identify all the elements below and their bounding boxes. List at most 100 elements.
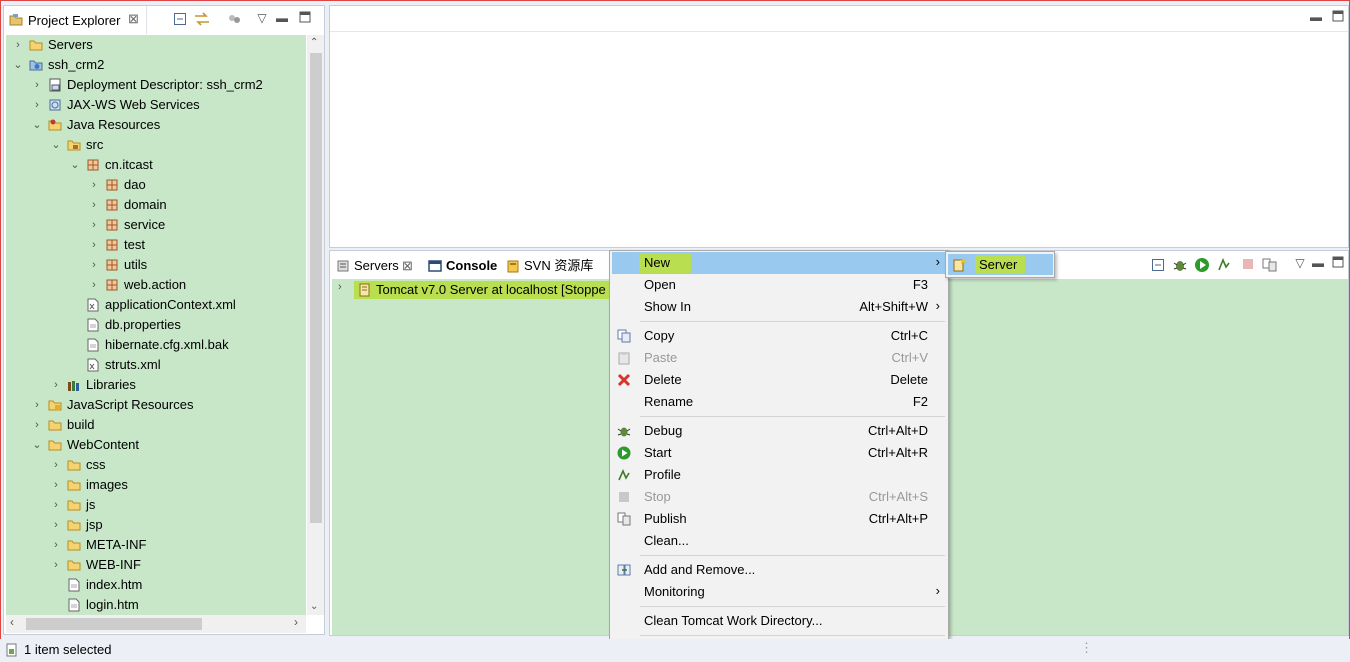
tab-console[interactable]: Console: [428, 256, 500, 276]
tree-item[interactable]: › js: [6, 495, 306, 515]
menu-item-show-in[interactable]: Show In Alt+Shift+W ›: [612, 296, 946, 318]
menu-item-clean[interactable]: Clean...: [612, 530, 946, 552]
view-menu-icon[interactable]: ▽: [254, 10, 270, 26]
tree-item[interactable]: ⌄ cn.itcast: [6, 155, 306, 175]
expand-icon[interactable]: ›: [50, 475, 62, 495]
view-menu-icon[interactable]: ▽: [1292, 255, 1308, 271]
collapse-icon[interactable]: ⌄: [50, 135, 62, 155]
tab-servers[interactable]: Servers ⊠: [336, 256, 422, 276]
tree-item[interactable]: › dao: [6, 175, 306, 195]
collapse-all-icon[interactable]: [1150, 258, 1166, 274]
menu-item-paste[interactable]: Paste Ctrl+V: [612, 347, 946, 369]
tree-item[interactable]: › JAX-WS Web Services: [6, 95, 306, 115]
expand-icon[interactable]: ›: [88, 195, 100, 215]
expand-icon[interactable]: ›: [50, 495, 62, 515]
tree-item[interactable]: db.properties: [6, 315, 306, 335]
maximize-icon[interactable]: [1330, 256, 1346, 272]
close-icon[interactable]: ⊠: [128, 11, 139, 27]
server-row[interactable]: › Tomcat v7.0 Server at localhost [Stopp…: [332, 279, 612, 301]
expand-icon[interactable]: ›: [31, 395, 43, 415]
tree-item[interactable]: › utils: [6, 255, 306, 275]
tree-item[interactable]: hibernate.cfg.xml.bak: [6, 335, 306, 355]
link-with-editor-icon[interactable]: [194, 12, 210, 28]
collapse-icon[interactable]: ⌄: [31, 115, 43, 135]
close-icon[interactable]: ⊠: [402, 256, 413, 276]
collapse-all-icon[interactable]: [172, 12, 188, 28]
menu-item-monitoring[interactable]: Monitoring ›: [612, 581, 946, 603]
tree-item[interactable]: › css: [6, 455, 306, 475]
tree-item[interactable]: › domain: [6, 195, 306, 215]
tree-item[interactable]: applicationContext.xml: [6, 295, 306, 315]
expand-icon[interactable]: ›: [31, 95, 43, 115]
debug-icon[interactable]: [1172, 257, 1188, 273]
filter-icon[interactable]: [226, 12, 242, 28]
tree-item[interactable]: ⌄ src: [6, 135, 306, 155]
tree-item[interactable]: › test: [6, 235, 306, 255]
expand-icon[interactable]: ›: [88, 235, 100, 255]
minimize-icon[interactable]: ▬: [274, 10, 290, 26]
menu-item-add-and-remove[interactable]: Add and Remove...: [612, 559, 946, 581]
expand-icon[interactable]: ›: [338, 281, 342, 293]
publish-icon[interactable]: [1262, 257, 1278, 273]
tree-item[interactable]: ⌄ Java Resources: [6, 115, 306, 135]
menu-item-copy[interactable]: Copy Ctrl+C: [612, 325, 946, 347]
scroll-right-icon[interactable]: ›: [294, 615, 298, 629]
expand-icon[interactable]: ›: [50, 375, 62, 395]
tree-item[interactable]: › jsp: [6, 515, 306, 535]
horizontal-scrollbar[interactable]: ‹ ›: [6, 615, 306, 633]
tree-item[interactable]: login.htm: [6, 595, 306, 615]
tree-item[interactable]: › service: [6, 215, 306, 235]
expand-icon[interactable]: ›: [50, 535, 62, 555]
expand-icon[interactable]: ›: [50, 455, 62, 475]
tree-item[interactable]: ⌄ WebContent: [6, 435, 306, 455]
menu-item-publish[interactable]: Publish Ctrl+Alt+P: [612, 508, 946, 530]
expand-icon[interactable]: ›: [88, 175, 100, 195]
maximize-icon[interactable]: [297, 11, 313, 27]
scroll-up-icon[interactable]: ⌃: [310, 37, 318, 48]
tree-item[interactable]: › web.action: [6, 275, 306, 295]
expand-icon[interactable]: ›: [88, 215, 100, 235]
menu-item-rename[interactable]: Rename F2: [612, 391, 946, 413]
tree-item[interactable]: › Deployment Descriptor: ssh_crm2: [6, 75, 306, 95]
menu-item-open[interactable]: Open F3: [612, 274, 946, 296]
tree-item[interactable]: › JavaScript Resources: [6, 395, 306, 415]
tree-item[interactable]: ⌄ ssh_crm2: [6, 55, 306, 75]
profile-icon[interactable]: [1216, 257, 1232, 273]
expand-icon[interactable]: ›: [31, 75, 43, 95]
expand-icon[interactable]: ›: [88, 255, 100, 275]
expand-icon[interactable]: ›: [88, 275, 100, 295]
menu-item-stop[interactable]: Stop Ctrl+Alt+S: [612, 486, 946, 508]
scroll-thumb[interactable]: [26, 618, 202, 630]
maximize-icon[interactable]: [1330, 10, 1346, 26]
menu-item-clean-tomcat-work-directory[interactable]: Clean Tomcat Work Directory...: [612, 610, 946, 632]
menu-item-delete[interactable]: Delete Delete: [612, 369, 946, 391]
tree-item[interactable]: › Libraries: [6, 375, 306, 395]
scroll-left-icon[interactable]: ‹: [10, 615, 14, 629]
minimize-icon[interactable]: ▬: [1308, 9, 1324, 25]
tab-svn-repository[interactable]: SVN 资源库: [506, 256, 596, 276]
expand-icon[interactable]: ›: [50, 555, 62, 575]
menu-item-profile[interactable]: Profile: [612, 464, 946, 486]
collapse-icon[interactable]: ⌄: [69, 155, 81, 175]
minimize-icon[interactable]: ▬: [1310, 255, 1326, 271]
tab-project-explorer[interactable]: Project Explorer ⊠: [4, 6, 147, 34]
scroll-down-icon[interactable]: ⌄: [310, 601, 318, 612]
tree-item[interactable]: › META-INF: [6, 535, 306, 555]
expand-icon[interactable]: ›: [50, 515, 62, 535]
tree-item[interactable]: › Servers: [6, 35, 306, 55]
tree-item[interactable]: › build: [6, 415, 306, 435]
stop-icon[interactable]: [1240, 257, 1256, 273]
tree-item[interactable]: index.htm: [6, 575, 306, 595]
vertical-scrollbar[interactable]: ⌃ ⌄: [307, 35, 324, 615]
expand-icon[interactable]: ›: [31, 415, 43, 435]
tree-item[interactable]: › WEB-INF: [6, 555, 306, 575]
menu-item-start[interactable]: Start Ctrl+Alt+R: [612, 442, 946, 464]
start-icon[interactable]: [1194, 257, 1210, 273]
collapse-icon[interactable]: ⌄: [31, 435, 43, 455]
menu-item-new[interactable]: New ›: [612, 252, 946, 274]
expand-icon[interactable]: ›: [12, 35, 24, 55]
scroll-thumb[interactable]: [310, 53, 322, 523]
tree-item[interactable]: › images: [6, 475, 306, 495]
menu-item-new-server[interactable]: Server: [948, 254, 1053, 275]
tree-item[interactable]: struts.xml: [6, 355, 306, 375]
